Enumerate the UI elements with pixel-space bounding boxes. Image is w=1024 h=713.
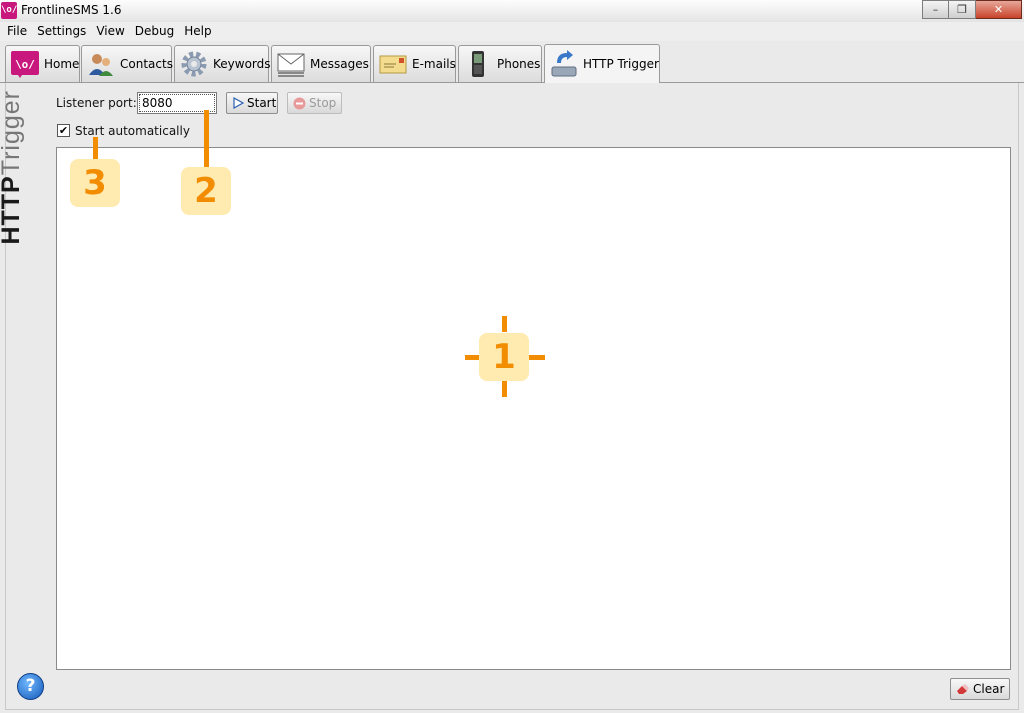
callout-1-line-top: [502, 316, 507, 332]
tab-label: Keywords: [213, 57, 271, 71]
eraser-icon: [956, 683, 970, 695]
menu-view[interactable]: View: [91, 22, 129, 41]
maximize-button[interactable]: ❐: [949, 0, 976, 19]
tab-messages[interactable]: Messages: [271, 45, 371, 82]
svg-text:\o/: \o/: [15, 58, 35, 71]
frontline-logo-icon: \o/: [10, 49, 40, 79]
minimize-button[interactable]: –: [922, 0, 949, 19]
menu-debug[interactable]: Debug: [130, 22, 179, 41]
menu-help[interactable]: Help: [179, 22, 216, 41]
vertical-title-light: Trigger: [0, 90, 25, 176]
tab-http-trigger[interactable]: HTTP Trigger: [544, 44, 660, 83]
window-title: FrontlineSMS 1.6: [21, 3, 122, 17]
email-icon: [378, 49, 408, 79]
start-button[interactable]: Start: [226, 92, 278, 114]
tab-phones[interactable]: Phones: [458, 45, 542, 82]
callout-1-line-bottom: [502, 381, 507, 397]
menu-bar: File Settings View Debug Help: [0, 22, 1024, 41]
tab-home[interactable]: \o/ Home: [5, 45, 80, 82]
clear-button[interactable]: Clear: [950, 678, 1010, 700]
callout-2-badge: 2: [181, 167, 231, 215]
contacts-icon: [86, 49, 116, 79]
tab-contacts[interactable]: Contacts: [81, 45, 173, 82]
window-controls: – ❐ ✕: [922, 0, 1022, 19]
panel-vertical-title: HTTPTrigger: [0, 90, 27, 250]
http-trigger-icon: [549, 49, 579, 79]
http-log-area[interactable]: [56, 147, 1011, 670]
tab-keywords[interactable]: Keywords: [174, 45, 271, 82]
menu-file[interactable]: File: [2, 22, 32, 41]
tab-label: Messages: [310, 57, 369, 71]
gear-icon: [179, 49, 209, 79]
callout-3-badge: 3: [70, 159, 120, 207]
menu-settings[interactable]: Settings: [32, 22, 91, 41]
tab-emails[interactable]: E-mails: [373, 45, 456, 82]
start-label: Start: [247, 96, 277, 110]
callout-2-line: [204, 110, 209, 170]
phone-icon: [463, 49, 493, 79]
help-button[interactable]: ?: [17, 673, 44, 700]
close-button[interactable]: ✕: [976, 0, 1022, 19]
app-logo-icon: \o/: [1, 2, 17, 19]
start-automatically-checkbox[interactable]: ✔: [57, 124, 70, 137]
stop-label: Stop: [309, 96, 337, 110]
tab-strip: \o/ Home Contacts Keywords Messages E-ma…: [0, 41, 1024, 83]
stop-button[interactable]: Stop: [287, 92, 342, 114]
tab-label: Contacts: [120, 57, 173, 71]
play-icon: [232, 97, 244, 109]
tab-label: Phones: [497, 57, 541, 71]
title-bar: \o/ FrontlineSMS 1.6 – ❐ ✕: [0, 0, 1024, 22]
vertical-title-bold: HTTP: [0, 175, 25, 245]
stop-icon: [293, 97, 306, 110]
callout-1-badge: 1: [479, 333, 529, 381]
http-trigger-panel: HTTPTrigger Listener port: Start Stop ✔ …: [0, 83, 1019, 710]
listener-port-label: Listener port:: [56, 96, 137, 110]
tab-label: HTTP Trigger: [583, 57, 659, 71]
callout-3-line: [93, 137, 98, 161]
tab-label: Home: [44, 57, 80, 71]
envelope-stack-icon: [276, 49, 306, 79]
tab-label: E-mails: [412, 57, 456, 71]
callout-1-line-right: [529, 355, 545, 360]
clear-label: Clear: [973, 682, 1005, 696]
start-automatically-label: Start automatically: [75, 124, 190, 138]
